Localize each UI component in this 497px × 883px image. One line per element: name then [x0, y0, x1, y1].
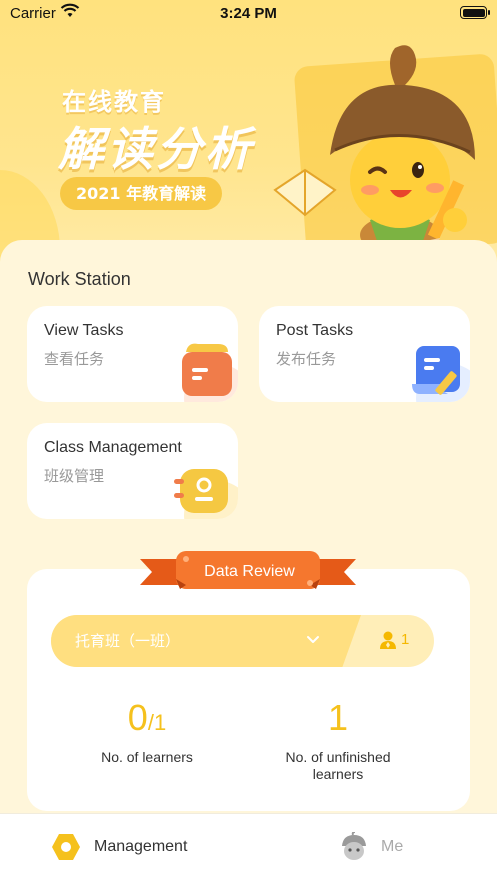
folder-icon	[182, 343, 238, 402]
battery-icon	[460, 6, 490, 19]
unfinished-label: No. of unfinished learners	[285, 749, 391, 782]
class-management-card[interactable]: Class Management 班级管理	[27, 423, 238, 519]
tab-me[interactable]: Me	[381, 838, 403, 856]
learners-label: No. of learners	[101, 749, 193, 765]
post-tasks-subtitle: 发布任务	[276, 350, 337, 368]
work-station-heading: Work Station	[28, 269, 131, 289]
view-tasks-subtitle: 查看任务	[44, 350, 105, 368]
notebook-icon	[174, 469, 238, 519]
clock: 3:24 PM	[220, 5, 277, 22]
chevron-down-icon[interactable]	[305, 632, 321, 648]
acorn-mascot-illustration	[273, 45, 475, 250]
learners-value: 0/1	[127, 697, 167, 738]
learners-total: /1	[147, 710, 167, 735]
unfinished-value: 1	[327, 697, 349, 738]
banner-subtitle: 在线教育	[62, 88, 166, 116]
hexagon-icon[interactable]	[51, 832, 81, 862]
teacher-icon	[380, 631, 396, 649]
banner-year-pill: 2021 年教育解读	[60, 177, 223, 210]
view-tasks-title: View Tasks	[44, 322, 124, 339]
teacher-count: 1	[401, 631, 410, 648]
class-dropdown-value[interactable]: 托育班（一班）	[75, 630, 180, 651]
post-tasks-title: Post Tasks	[276, 322, 354, 339]
status-bar: Carrier 3:24 PM	[0, 0, 497, 28]
document-edit-icon	[412, 346, 470, 402]
post-tasks-card[interactable]: Post Tasks 发布任务	[259, 306, 470, 402]
learners-stat: 0/1 No. of learners	[77, 697, 217, 766]
view-tasks-card[interactable]: View Tasks 查看任务	[27, 306, 238, 402]
unfinished-learners-stat: 1 No. of unfinished learners	[268, 697, 408, 783]
tab-management[interactable]: Management	[94, 838, 187, 856]
acorn-avatar-icon[interactable]	[339, 832, 369, 862]
banner-title: 解读分析	[58, 122, 254, 176]
data-review-label: Data Review	[204, 563, 295, 580]
class-management-subtitle: 班级管理	[44, 467, 105, 485]
